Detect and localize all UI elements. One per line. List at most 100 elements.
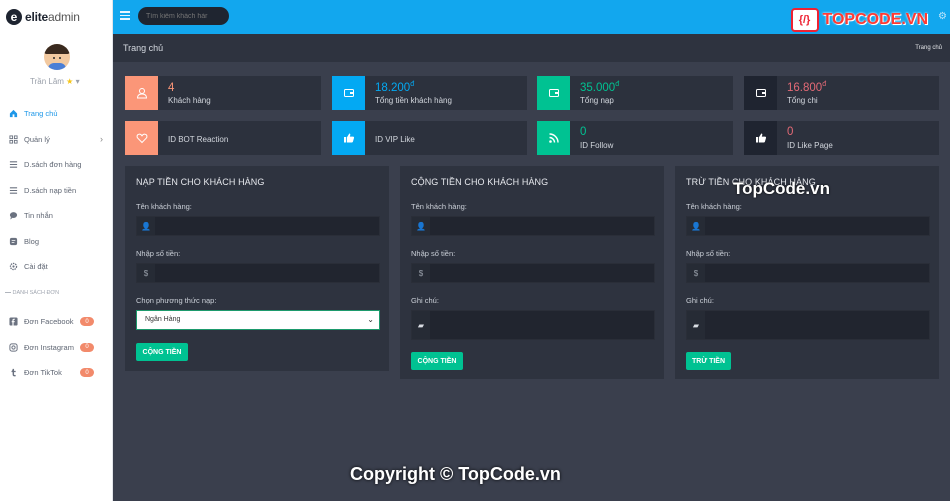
panel-title: NẠP TIỀN CHO KHÁCH HÀNG — [136, 177, 265, 187]
sidebar-item-label: Đơn TikTok — [24, 368, 62, 378]
add-money-button[interactable]: CỘNG TIỀN — [136, 343, 188, 361]
sidebar-item-label: Đơn Facebook — [24, 317, 74, 327]
page-header: Trang chủ Trang chủ — [113, 34, 950, 62]
stat-card-total-deposit: 35.000đ Tổng nạp — [537, 76, 733, 110]
stat-value: 35.000đ — [580, 81, 620, 94]
customer-field[interactable]: 👤 — [686, 216, 930, 236]
panel-deposit: NẠP TIỀN CHO KHÁCH HÀNG Tên khách hàng: … — [125, 166, 389, 371]
star-icon: ★ — [66, 77, 74, 86]
code-icon: {/} — [790, 8, 819, 32]
brand-logo[interactable]: e eliteadmin — [6, 8, 80, 26]
settings-gear-icon[interactable]: ⚙ — [938, 11, 947, 22]
method-select[interactable]: Ngân Hàng ⌄ — [136, 310, 380, 330]
avatar[interactable] — [44, 44, 70, 70]
sidebar-item-label: Đơn Instagram — [24, 342, 74, 352]
stat-label: ID VIP Like — [375, 135, 415, 144]
sidebar-item-instagram-orders[interactable]: Đơn Instagram 0 — [0, 335, 112, 361]
customer-label: Tên khách hàng: — [686, 202, 742, 211]
stat-card-customer-balance: 18.200đ Tổng tiền khách hàng — [332, 76, 527, 110]
instagram-icon — [9, 343, 18, 352]
sidebar-item-manage[interactable]: Quản lý › — [0, 127, 112, 153]
order-list: Đơn Facebook 0 Đơn Instagram 0 Đơn TikTo… — [0, 309, 112, 386]
customer-field[interactable]: 👤 — [411, 216, 655, 236]
thumbs-up-icon — [744, 121, 777, 155]
watermark-top: TopCode.vn — [733, 179, 830, 198]
amount-field[interactable]: $ — [686, 263, 930, 283]
sidebar-item-settings[interactable]: Cài đặt — [0, 254, 112, 280]
dollar-icon: $ — [137, 264, 155, 282]
user-icon: 👤 — [412, 217, 430, 235]
sidebar: e eliteadmin Trần Lâm ★ ▾ Trang chủ Quản… — [0, 0, 113, 501]
user-icon: 👤 — [687, 217, 705, 235]
stat-label: ID BOT Reaction — [168, 135, 229, 144]
sidebar-item-label: Trang chủ — [24, 109, 58, 119]
add-money-button[interactable]: CỘNG TIỀN — [411, 352, 463, 370]
user-icon: 👤 — [137, 217, 155, 235]
note-label: Ghi chú: — [686, 296, 714, 305]
customer-label: Tên khách hàng: — [411, 202, 467, 211]
heart-icon — [125, 121, 158, 155]
sidebar-item-facebook-orders[interactable]: Đơn Facebook 0 — [0, 309, 112, 335]
stat-card-follow: 0 ID Follow — [537, 121, 733, 155]
thumbs-up-icon — [332, 121, 365, 155]
note-label: Ghi chú: — [411, 296, 439, 305]
caret-down-icon: ▾ — [75, 77, 80, 86]
sidebar-item-label: Cài đặt — [24, 262, 48, 272]
stat-label: Tổng chi — [787, 96, 818, 105]
amount-field[interactable]: $ — [136, 263, 380, 283]
amount-field[interactable]: $ — [411, 263, 655, 283]
rss-icon — [537, 121, 570, 155]
amount-label: Nhập số tiền: — [136, 249, 181, 258]
brand-name: eliteadmin — [25, 10, 80, 24]
stat-card-bot-reaction: ID BOT Reaction — [125, 121, 321, 155]
stat-value: 4 — [168, 81, 175, 94]
brand-mark-icon: e — [6, 9, 22, 25]
sidebar-item-orders[interactable]: D.sách đơn hàng — [0, 152, 112, 178]
stat-value: 16.800đ — [787, 81, 827, 94]
stat-value: 18.200đ — [375, 81, 415, 94]
chevron-right-icon: › — [100, 134, 103, 145]
gear-icon — [9, 262, 18, 271]
page-title: Trang chủ — [123, 43, 164, 53]
panel-add-money: CỘNG TIỀN CHO KHÁCH HÀNG Tên khách hàng:… — [400, 166, 664, 379]
facebook-icon — [9, 317, 18, 326]
user-name[interactable]: Trần Lâm ★ ▾ — [30, 77, 80, 86]
stat-label: ID Like Page — [787, 141, 833, 150]
sidebar-item-deposits[interactable]: D.sách nạp tiền — [0, 178, 112, 204]
search-input[interactable] — [138, 7, 229, 25]
grid-icon — [9, 135, 18, 144]
count-badge: 0 — [80, 317, 94, 327]
note-icon: ▰ — [687, 311, 705, 339]
customer-field[interactable]: 👤 — [136, 216, 380, 236]
stat-value: 0 — [580, 126, 587, 138]
note-icon: ▰ — [412, 311, 430, 339]
stat-card-like-page: 0 ID Like Page — [744, 121, 939, 155]
sidebar-item-tiktok-orders[interactable]: Đơn TikTok 0 — [0, 360, 112, 386]
sidebar-item-label: Blog — [24, 236, 40, 246]
sidebar-item-blog[interactable]: Blog — [0, 229, 112, 255]
panel-title: CỘNG TIỀN CHO KHÁCH HÀNG — [411, 177, 549, 187]
note-field[interactable]: ▰ — [686, 310, 930, 340]
amount-label: Nhập số tiền: — [686, 249, 731, 258]
sidebar-item-home[interactable]: Trang chủ — [0, 101, 112, 127]
topcode-logo-text: TOPCODE.VN — [822, 11, 929, 28]
sidebar-menu: Trang chủ Quản lý › D.sách đơn hàng D.sá… — [0, 101, 112, 280]
sidebar-item-label: Tin nhắn — [24, 211, 53, 221]
list-icon — [9, 160, 18, 169]
customer-label: Tên khách hàng: — [136, 202, 192, 211]
stat-label: Khách hàng — [168, 96, 211, 105]
sidebar-item-label: D.sách đơn hàng — [24, 160, 82, 170]
sidebar-item-messages[interactable]: Tin nhắn — [0, 203, 112, 229]
user-icon — [125, 76, 158, 110]
stat-card-vip-like: ID VIP Like — [332, 121, 527, 155]
sidebar-item-label: Quản lý — [24, 134, 50, 144]
stat-card-customers: 4 Khách hàng — [125, 76, 321, 110]
subtract-money-button[interactable]: TRỪ TIỀN — [686, 352, 731, 370]
method-label: Chọn phương thức nạp: — [136, 296, 217, 305]
menu-toggle-icon[interactable] — [120, 11, 130, 20]
note-field[interactable]: ▰ — [411, 310, 655, 340]
dollar-icon: $ — [412, 264, 430, 282]
stat-label: Tổng nạp — [580, 96, 614, 105]
breadcrumb[interactable]: Trang chủ — [915, 45, 942, 51]
chat-icon — [9, 211, 18, 220]
